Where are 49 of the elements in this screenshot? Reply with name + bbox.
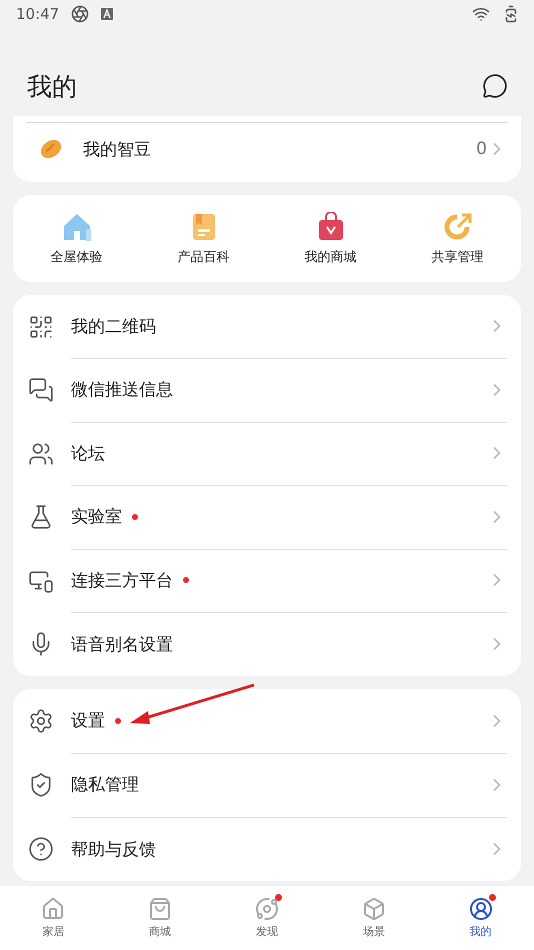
menu-label: 论坛 (71, 442, 105, 465)
help-icon (28, 836, 54, 862)
keyboard-a-icon (101, 8, 114, 20)
menu-label: 设置 (71, 710, 105, 732)
cube-icon (362, 897, 386, 921)
menu-row[interactable]: 实验室 (13, 486, 521, 549)
planet-icon (254, 897, 279, 921)
tab[interactable]: 我的 (427, 886, 534, 950)
menu-row[interactable]: 帮助与反馈 (13, 817, 521, 881)
tab[interactable]: 商城 (106, 886, 214, 950)
qr-code-icon (28, 314, 54, 340)
menu-row[interactable]: 语音别名设置 (13, 612, 521, 676)
share-icon (442, 212, 472, 242)
beans-count: 0 (476, 139, 487, 159)
menu-label: 隐私管理 (71, 774, 139, 796)
menu-label: 连接三方平台 (71, 570, 173, 592)
status-time: 10:47 (16, 5, 60, 23)
settings-icon (28, 708, 54, 734)
tab[interactable]: 家居 (0, 886, 107, 950)
menu-label: 语音别名设置 (71, 634, 173, 656)
home-icon (41, 897, 66, 921)
menu-label: 帮助与反馈 (71, 838, 156, 860)
users-icon (28, 440, 54, 467)
beans-label: 我的智豆 (83, 138, 151, 160)
wifi-icon (472, 5, 490, 23)
aperture-icon (71, 5, 90, 23)
chat-icon (28, 377, 54, 404)
menu-label: 微信推送信息 (71, 379, 173, 402)
shopping-bag-icon (316, 212, 344, 242)
shortcut-button[interactable]: 我的商城 (267, 212, 394, 266)
person-icon (468, 897, 493, 921)
shortcut-button[interactable]: 共享管理 (394, 212, 521, 266)
menu-label: 实验室 (71, 506, 122, 528)
message-icon[interactable] (482, 73, 508, 99)
tab[interactable]: 场景 (320, 886, 428, 950)
menu-row[interactable]: 论坛 (13, 422, 521, 486)
shopping-bag-icon (148, 897, 172, 921)
book-icon (190, 212, 216, 242)
menu-row[interactable]: 连接三方平台 (13, 549, 521, 612)
beans-row[interactable]: 我的智豆 0 (13, 116, 521, 182)
menu-label: 我的二维码 (71, 316, 156, 338)
menu-row[interactable]: 隐私管理 (13, 753, 521, 817)
tab[interactable]: 发现 (214, 886, 320, 950)
menu-row[interactable]: 微信推送信息 (13, 358, 521, 422)
shortcut-button[interactable]: 全屋体验 (13, 212, 140, 266)
bean-icon (39, 138, 63, 160)
menu-row[interactable]: 我的二维码 (13, 295, 521, 358)
shortcut-button[interactable]: 产品百科 (140, 212, 267, 266)
page-title: 我的 (27, 70, 77, 102)
